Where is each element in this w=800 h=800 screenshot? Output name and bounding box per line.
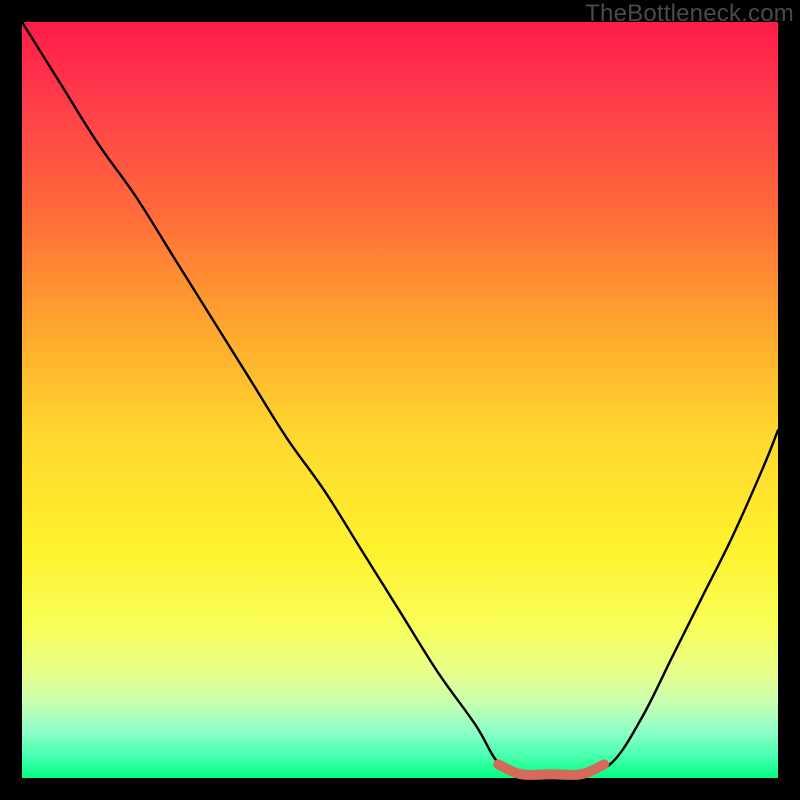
plot-area <box>22 22 778 778</box>
chart-container: TheBottleneck.com <box>0 0 800 800</box>
bottleneck-curve <box>22 22 778 775</box>
watermark-text: TheBottleneck.com <box>585 0 794 28</box>
optimal-range-curve <box>498 764 604 775</box>
curve-layer <box>22 22 778 778</box>
